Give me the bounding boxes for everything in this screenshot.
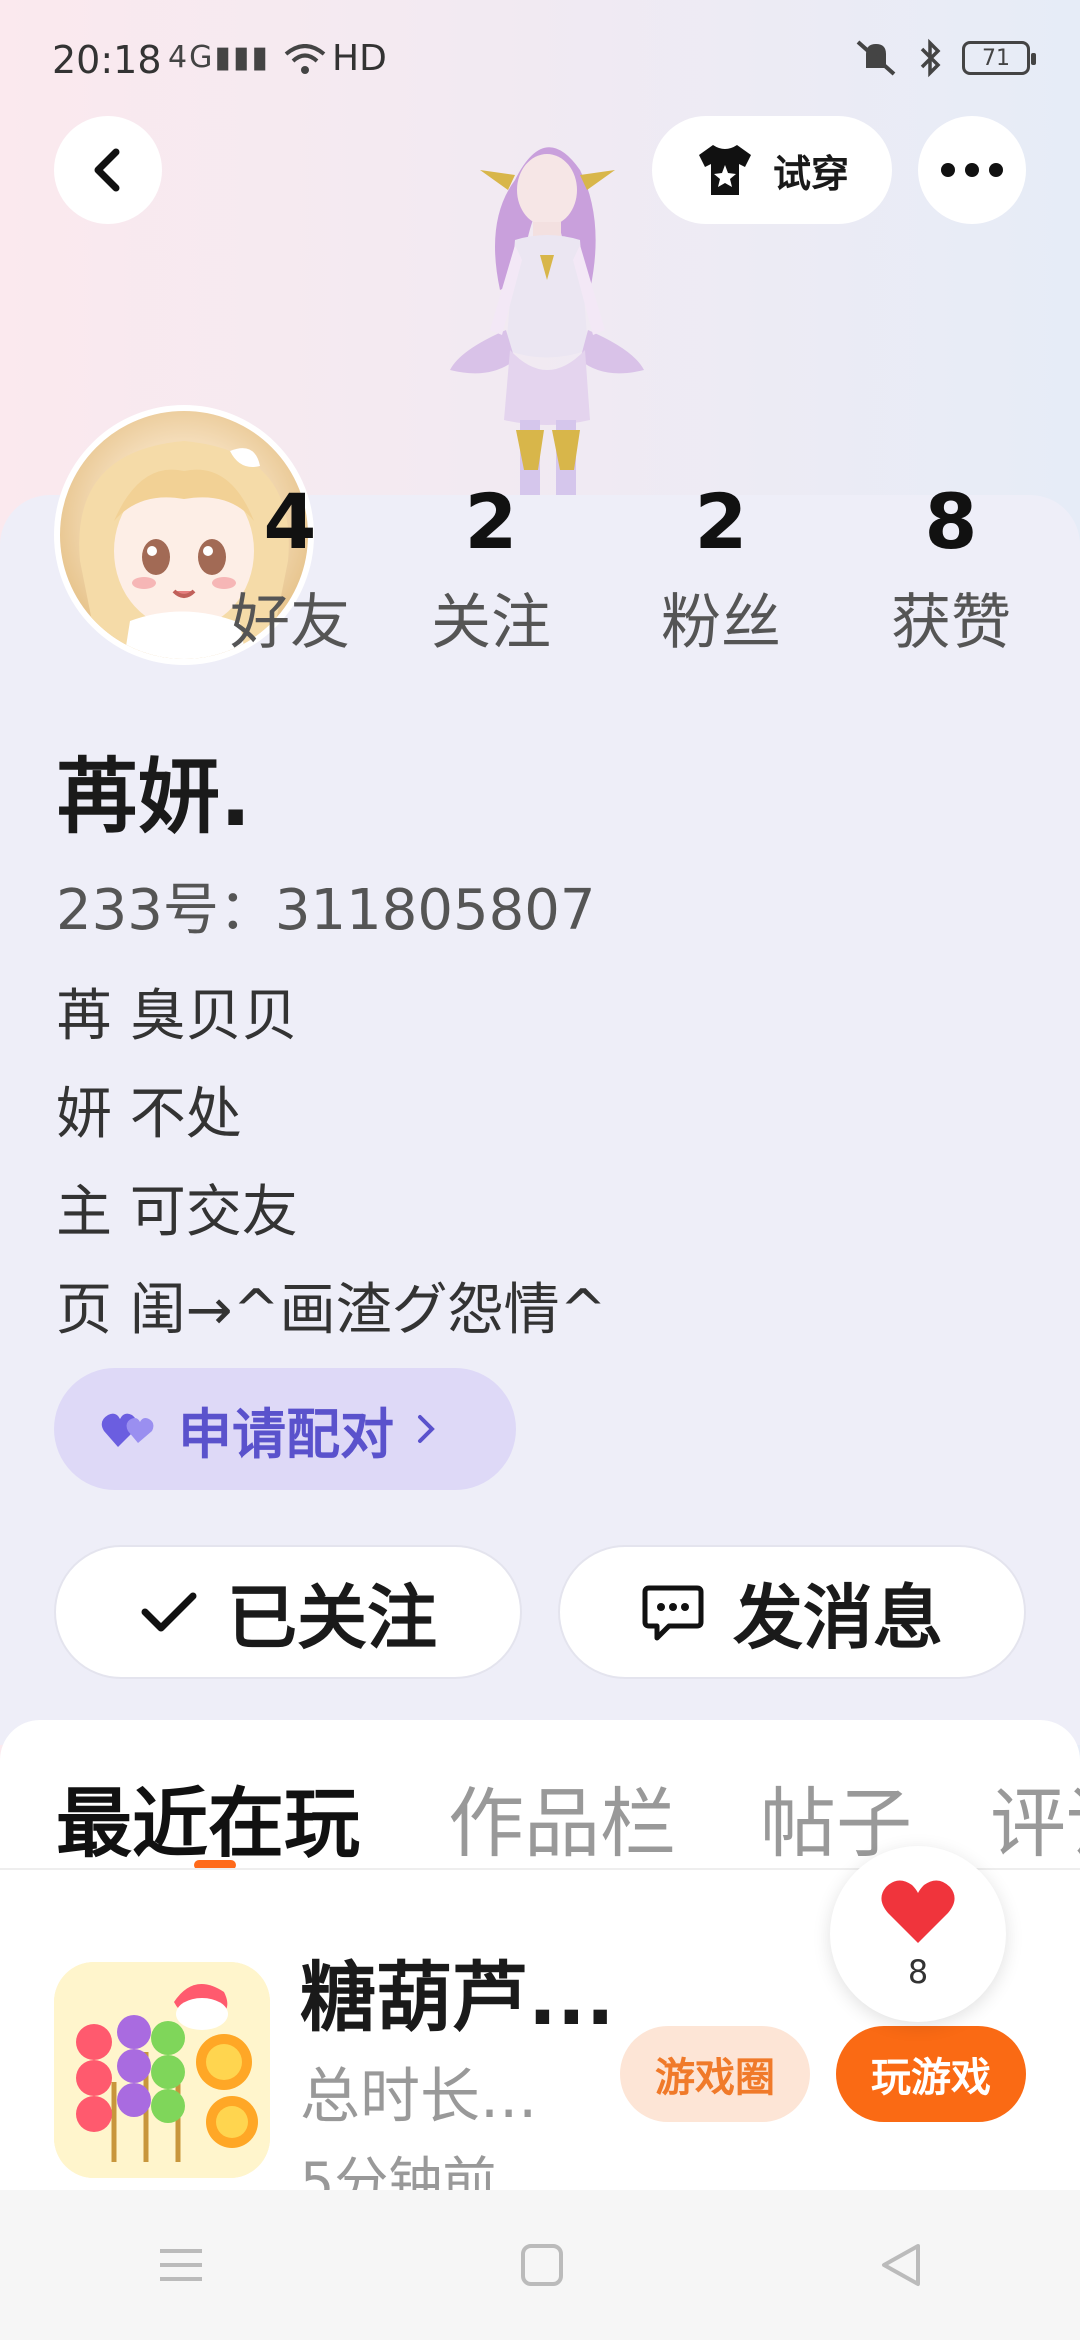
bio: 苒 臭贝贝 妍 不处 主 可交友 页 闺→^画渣グ怨情^ [56,968,607,1360]
status-right: 71 [852,38,1036,78]
bio-line: 妍 不处 [56,1082,242,1147]
battery-icon: 71 [962,41,1036,75]
stat-friends[interactable]: 4 好友 [210,480,370,661]
stat-label: 粉丝 [661,588,781,658]
stat-label: 关注 [431,588,551,658]
stat-label: 获赞 [891,588,1011,658]
send-message-button[interactable]: 发消息 [558,1545,1026,1679]
stat-value: 4 [263,477,317,566]
hd-label: HD [332,38,387,79]
back-triangle-icon[interactable] [878,2240,924,2290]
mute-vibrate-icon [856,40,896,76]
status-bar: 20:18 4G▮▮▮ HD 71 [0,0,1080,120]
followed-label: 已关注 [227,1576,437,1659]
candied-fruit-icon [54,1962,270,2178]
game-circle-button[interactable]: 游戏圈 [620,2026,810,2122]
profile-name: 苒妍. [56,750,252,845]
tab-comments[interactable]: 评论 [990,1762,1080,1870]
status-time: 20:18 [52,38,162,82]
try-on-button[interactable]: 试穿 [652,116,892,224]
more-icon [941,163,1003,177]
check-icon [141,1592,197,1632]
menu-icon[interactable] [156,2245,206,2285]
heart-icon [881,1880,955,1943]
wifi-hd-label: HD [284,38,387,79]
tab-recent-playing[interactable]: 最近在玩 [56,1762,360,1870]
system-nav-bar [0,2190,1080,2340]
tab-works[interactable]: 作品栏 [448,1762,676,1870]
tshirt-icon [698,145,751,195]
like-button[interactable]: 8 [830,1846,1006,2022]
character-figure[interactable] [420,130,670,500]
battery-level: 71 [982,45,1010,71]
chevron-right-icon [418,1415,435,1443]
like-count: 8 [907,1953,929,1991]
network-type: 4G [168,40,215,75]
stat-value: 2 [694,477,748,566]
chevron-left-icon [94,148,120,192]
request-pair-button[interactable]: 申请配对 [54,1368,516,1490]
more-button[interactable] [918,116,1026,224]
bio-line: 主 可交友 [56,1180,298,1245]
stat-value: 2 [464,477,518,566]
signal-icon: 4G▮▮▮ [168,40,270,75]
stat-value: 8 [924,477,978,566]
bio-line: 页 闺→^画渣グ怨情^ [56,1278,607,1343]
pair-label: 申请配对 [178,1402,394,1466]
game-total-time: 总时长... [300,2062,538,2132]
stat-following[interactable]: 2 关注 [411,480,571,661]
bio-line: 苒 臭贝贝 [56,984,298,1049]
wifi-icon [284,44,326,74]
followed-button[interactable]: 已关注 [54,1545,522,1679]
try-on-label: 试穿 [772,151,849,196]
play-game-button[interactable]: 玩游戏 [836,2026,1026,2122]
game-title: 糖葫芦... [300,1953,615,2042]
home-icon[interactable] [519,2242,565,2288]
stat-fans[interactable]: 2 粉丝 [641,480,801,661]
hearts-icon [101,1413,154,1447]
game-icon[interactable] [54,1962,270,2178]
message-label: 发消息 [733,1576,943,1659]
bluetooth-icon [920,38,941,78]
chat-bubble-icon [642,1585,704,1641]
user-id: 233号：311805807 [56,878,596,943]
back-button[interactable] [54,116,162,224]
stat-label: 好友 [230,588,350,658]
stat-likes[interactable]: 8 获赞 [871,480,1031,661]
